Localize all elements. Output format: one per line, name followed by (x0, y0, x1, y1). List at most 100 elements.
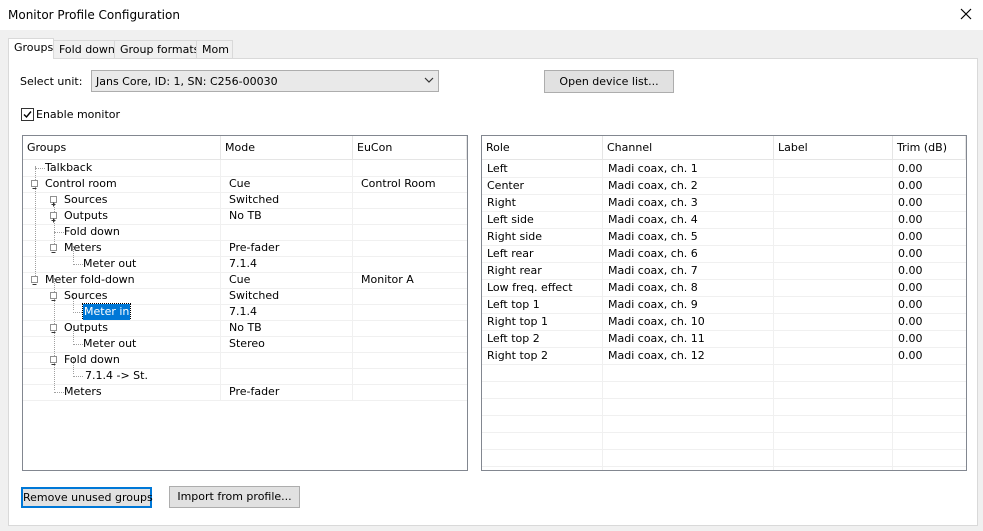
tree-row-meter-out[interactable]: Meter out Stereo (23, 336, 467, 352)
channel-row[interactable]: Left top 2 Madi coax, ch. 11 0.00 (482, 330, 966, 347)
channel-cell-role: Low freq. effect (487, 281, 573, 294)
row-divider (482, 415, 966, 416)
open-device-list-button[interactable]: Open device list... (544, 70, 674, 93)
channel-cell-trim: 0.00 (898, 179, 923, 192)
groups-header-eucon[interactable]: EuCon (353, 136, 467, 160)
tree-row-talkback[interactable]: Talkback (23, 160, 467, 176)
tab-groups[interactable]: Groups (8, 38, 54, 59)
channel-cell-role: Left rear (487, 247, 534, 260)
select-unit-combo[interactable]: Jans Core, ID: 1, SN: C256-00030 (91, 70, 439, 92)
tree-row-outputs[interactable]: Outputs No TB (23, 320, 467, 336)
channel-cell-role: Center (487, 179, 525, 192)
row-divider (482, 398, 966, 399)
channel-row[interactable]: Center Madi coax, ch. 2 0.00 (482, 177, 966, 194)
channel-cell-trim: 0.00 (898, 332, 923, 345)
channel-cell-channel: Madi coax, ch. 11 (608, 332, 705, 345)
select-unit-label: Select unit: (20, 75, 83, 88)
channels-header-role[interactable]: Role (482, 136, 603, 160)
channels-header-label[interactable]: Label (774, 136, 893, 160)
channels-header-trim[interactable]: Trim (dB) (893, 136, 966, 160)
channel-cell-trim: 0.00 (898, 247, 923, 260)
channel-row[interactable]: Left top 1 Madi coax, ch. 9 0.00 (482, 296, 966, 313)
selected-item[interactable]: Meter in (81, 303, 132, 321)
channel-cell-role: Right side (487, 230, 542, 243)
channel-cell-trim: 0.00 (898, 315, 923, 328)
close-icon[interactable] (955, 3, 977, 25)
row-divider (482, 364, 966, 365)
window-title: Monitor Profile Configuration (8, 8, 180, 22)
channel-cell-role: Right (487, 196, 516, 209)
channel-cell-trim: 0.00 (898, 213, 923, 226)
channel-cell-channel: Madi coax, ch. 1 (608, 162, 698, 175)
groups-header-mode[interactable]: Mode (221, 136, 353, 160)
remove-unused-groups-button[interactable]: Remove unused groups (21, 487, 153, 508)
groups-list[interactable]: Groups Mode EuCon Talkback Control room … (22, 135, 468, 471)
enable-monitor-checkbox[interactable] (21, 108, 34, 121)
channel-cell-trim: 0.00 (898, 264, 923, 277)
collapse-icon[interactable] (50, 356, 57, 365)
channels-list[interactable]: Role Channel Label Trim (dB) Left Madi co… (481, 135, 967, 471)
channel-cell-trim: 0.00 (898, 349, 923, 362)
channel-row[interactable]: Right Madi coax, ch. 3 0.00 (482, 194, 966, 211)
row-divider (482, 449, 966, 450)
groups-panel: Select unit: Jans Core, ID: 1, SN: C256-… (8, 58, 978, 526)
expand-icon[interactable] (50, 196, 57, 207)
collapse-icon[interactable] (50, 244, 57, 253)
tab-fold-down[interactable]: Fold down (53, 40, 117, 58)
tree-row-fold-down[interactable]: Fold down (23, 352, 467, 368)
checkmark-icon (23, 111, 32, 119)
channel-row[interactable]: Left rear Madi coax, ch. 6 0.00 (482, 245, 966, 262)
channel-row[interactable]: Left side Madi coax, ch. 4 0.00 (482, 211, 966, 228)
tree-row-sources[interactable]: Sources Switched (23, 192, 467, 208)
channel-row[interactable]: Right rear Madi coax, ch. 7 0.00 (482, 262, 966, 279)
channel-cell-channel: Madi coax, ch. 8 (608, 281, 698, 294)
collapse-icon[interactable] (50, 292, 57, 301)
channel-row[interactable]: Right top 2 Madi coax, ch. 12 0.00 (482, 347, 966, 364)
tree-row-fold-down[interactable]: Fold down (23, 224, 467, 240)
channel-cell-role: Left (487, 162, 508, 175)
channel-cell-trim: 0.00 (898, 196, 923, 209)
channel-cell-role: Right top 2 (487, 349, 548, 362)
channel-cell-channel: Madi coax, ch. 6 (608, 247, 698, 260)
tree-row-meter-fold-down[interactable]: Meter fold-down Cue Monitor A (23, 272, 467, 288)
expand-icon[interactable] (50, 212, 57, 223)
channel-cell-trim: 0.00 (898, 162, 923, 175)
tree-row-meter-in[interactable]: Meter in 7.1.4 (23, 303, 467, 321)
collapse-icon[interactable] (31, 180, 38, 189)
channel-cell-channel: Madi coax, ch. 2 (608, 179, 698, 192)
row-divider (482, 432, 966, 433)
tree-row-control-room[interactable]: Control room Cue Control Room (23, 176, 467, 192)
channel-cell-channel: Madi coax, ch. 12 (608, 349, 705, 362)
groups-header-groups[interactable]: Groups (23, 136, 221, 160)
import-from-profile-button[interactable]: Import from profile... (169, 486, 300, 508)
collapse-icon[interactable] (31, 276, 38, 285)
channel-row[interactable]: Right top 1 Madi coax, ch. 10 0.00 (482, 313, 966, 330)
tree-row-outputs[interactable]: Outputs No TB (23, 208, 467, 224)
collapse-icon[interactable] (50, 324, 57, 333)
enable-monitor-label: Enable monitor (36, 108, 121, 121)
tree-row-meters[interactable]: Meters Pre-fader (23, 240, 467, 256)
tab-mom[interactable]: Mom (196, 40, 233, 58)
title-bar: Monitor Profile Configuration (0, 0, 983, 30)
channel-cell-role: Right top 1 (487, 315, 548, 328)
channel-cell-channel: Madi coax, ch. 7 (608, 264, 698, 277)
channel-row[interactable]: Right side Madi coax, ch. 5 0.00 (482, 228, 966, 245)
tree-row-sources[interactable]: Sources Switched (23, 288, 467, 304)
channel-cell-role: Right rear (487, 264, 542, 277)
tree-row-meter-out[interactable]: Meter out 7.1.4 (23, 256, 467, 272)
channel-cell-trim: 0.00 (898, 281, 923, 294)
channel-row[interactable]: Left Madi coax, ch. 1 0.00 (482, 160, 966, 177)
channel-cell-trim: 0.00 (898, 298, 923, 311)
row-divider (482, 466, 966, 467)
chevron-down-icon (424, 74, 434, 86)
channel-cell-role: Left top 2 (487, 332, 540, 345)
channel-cell-channel: Madi coax, ch. 10 (608, 315, 705, 328)
channels-header-channel[interactable]: Channel (603, 136, 774, 160)
tree-row-meters[interactable]: Meters Pre-fader (23, 384, 467, 400)
channel-row[interactable]: Low freq. effect Madi coax, ch. 8 0.00 (482, 279, 966, 296)
tab-group-formats[interactable]: Group formats (114, 40, 199, 58)
row-divider (482, 381, 966, 382)
channel-cell-channel: Madi coax, ch. 4 (608, 213, 698, 226)
channel-cell-channel: Madi coax, ch. 3 (608, 196, 698, 209)
tree-row-downmix[interactable]: 7.1.4 -> St. (23, 368, 467, 384)
